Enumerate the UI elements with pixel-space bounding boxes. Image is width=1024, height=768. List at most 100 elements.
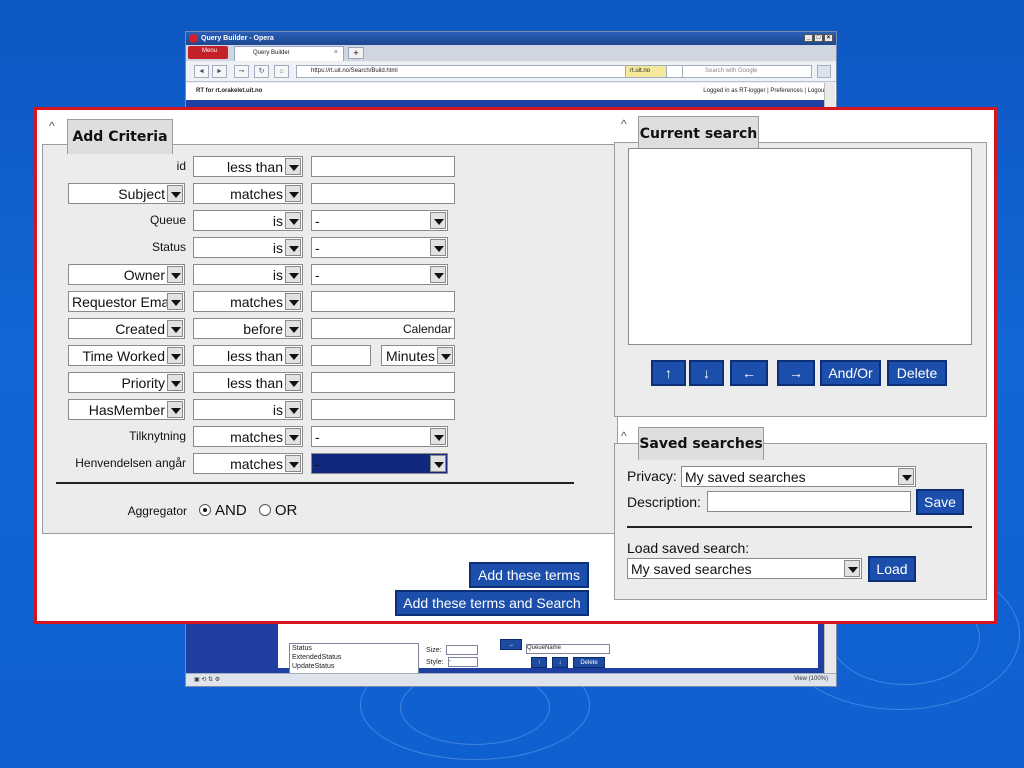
current-search-listbox[interactable] <box>628 148 972 345</box>
criteria-operator-select[interactable]: matches <box>193 426 303 447</box>
criteria-operator-select[interactable]: matches <box>193 291 303 312</box>
delete-column-button[interactable]: Delete <box>573 657 605 668</box>
criteria-field-select[interactable]: Owner <box>68 264 185 285</box>
aggregator-or-radio[interactable]: OR <box>258 502 297 519</box>
style-select[interactable]: - <box>448 657 478 667</box>
rt-user-links[interactable]: Logged in as RT-logger | Preferences | L… <box>703 88 826 94</box>
aggregator-and-radio[interactable]: AND <box>199 502 247 519</box>
save-search-button[interactable]: Save <box>916 489 964 515</box>
criteria-value-input[interactable] <box>311 183 455 204</box>
chevron-down-icon <box>430 455 446 472</box>
criteria-value-select[interactable]: - <box>311 453 448 474</box>
load-saved-search-select[interactable]: My saved searches <box>627 558 862 579</box>
criteria-field-select[interactable]: HasMember <box>68 399 185 420</box>
criteria-operator-select[interactable]: is <box>193 399 303 420</box>
and-or-toggle-button[interactable]: And/Or <box>820 360 881 386</box>
move-up-term-button[interactable]: ↑ <box>651 360 686 386</box>
forward-icon[interactable]: ► <box>212 65 227 78</box>
delete-term-button[interactable]: Delete <box>887 360 947 386</box>
opera-menu-button[interactable]: Menu <box>188 46 228 59</box>
move-left-term-button[interactable]: ← <box>730 360 768 386</box>
panel-toggle-icon[interactable]: ▣ ⟲ ⇅ ⚙ <box>194 677 220 683</box>
criteria-field-select[interactable]: Requestor Ema <box>68 291 185 312</box>
criteria-value-input[interactable] <box>311 156 455 177</box>
saved-searches-title: Saved searches <box>638 427 764 460</box>
criteria-operator-select[interactable]: less than <box>193 345 303 366</box>
criteria-field-select[interactable]: Created <box>68 318 185 339</box>
criteria-value-input[interactable] <box>311 372 455 393</box>
calendar-link[interactable]: Calendar <box>403 322 452 336</box>
add-these-terms-button[interactable]: Add these terms <box>469 562 589 588</box>
chevron-down-icon <box>167 185 183 202</box>
criteria-value-select[interactable]: - <box>311 264 448 285</box>
chevron-down-icon <box>285 347 301 364</box>
criteria-value-select[interactable]: - <box>311 210 448 231</box>
criteria-value-select[interactable]: - <box>311 237 448 258</box>
tab-close-icon[interactable]: × <box>334 49 338 56</box>
aggregator-options: AND OR <box>199 502 297 519</box>
collapse-add-criteria-icon[interactable]: ^ <box>49 120 59 132</box>
chevron-down-icon <box>285 239 301 256</box>
criteria-field-select[interactable]: Subject <box>68 183 185 204</box>
criteria-operator-select[interactable]: is <box>193 264 303 285</box>
collapse-saved-searches-icon[interactable]: ^ <box>621 430 631 442</box>
minimize-icon[interactable]: _ <box>804 34 813 42</box>
time-unit-select[interactable]: Minutes <box>381 345 455 366</box>
criteria-field-select[interactable]: Time Worked <box>68 345 185 366</box>
move-right-term-button[interactable]: → <box>777 360 815 386</box>
window-title: Query Builder - Opera <box>201 35 274 42</box>
chevron-down-icon <box>167 401 183 418</box>
rt-header: RT for rt.orakelet.uit.no Logged in as R… <box>186 83 836 100</box>
move-down-term-button[interactable]: ↓ <box>689 360 724 386</box>
description-input[interactable] <box>707 491 911 512</box>
back-icon[interactable]: ◄ <box>194 65 209 78</box>
load-search-button[interactable]: Load <box>868 556 916 582</box>
browser-status-bar: ▣ ⟲ ⇅ ⚙ View (100%) <box>186 673 836 686</box>
chevron-down-icon <box>167 293 183 310</box>
criteria-operator-select[interactable]: less than <box>193 156 303 177</box>
criteria-operator-select[interactable]: less than <box>193 372 303 393</box>
search-field[interactable]: Search with Google <box>682 65 812 78</box>
criteria-operator-select[interactable]: is <box>193 237 303 258</box>
add-column-button[interactable]: → <box>500 639 522 650</box>
search-icon[interactable] <box>817 65 831 78</box>
criteria-operator-select[interactable]: matches <box>193 453 303 474</box>
description-label: Description: <box>627 494 701 510</box>
maximize-icon[interactable]: □ <box>814 34 823 42</box>
home-icon[interactable]: ⌂ <box>274 65 289 78</box>
sort-select[interactable]: QueueName <box>526 644 610 654</box>
reload-icon[interactable]: ↻ <box>254 65 269 78</box>
field-option-updatestatus: UpdateStatus <box>292 663 335 670</box>
criteria-field-select[interactable]: Priority <box>68 372 185 393</box>
add-terms-and-search-button[interactable]: Add these terms and Search <box>395 590 589 616</box>
new-tab-button[interactable]: + <box>348 47 364 59</box>
size-select[interactable] <box>446 645 478 655</box>
chevron-down-icon <box>167 266 183 283</box>
chevron-down-icon <box>167 374 183 391</box>
criteria-value-input[interactable] <box>311 291 455 312</box>
criteria-operator-select[interactable]: is <box>193 210 303 231</box>
window-controls: _ □ × <box>804 34 833 42</box>
tab-query-builder[interactable]: Query Builder × <box>234 46 344 61</box>
load-saved-search-label: Load saved search: <box>627 540 750 556</box>
style-label: Style: <box>426 659 444 666</box>
privacy-select[interactable]: My saved searches <box>681 466 916 487</box>
collapse-current-search-icon[interactable]: ^ <box>621 118 631 130</box>
site-security-badge[interactable]: rt.uit.no <box>625 65 667 78</box>
chevron-down-icon <box>430 239 446 256</box>
key-icon[interactable]: ⊸ <box>234 65 249 78</box>
criteria-value-select[interactable]: - <box>311 426 448 447</box>
close-icon[interactable]: × <box>824 34 833 42</box>
chevron-down-icon <box>285 401 301 418</box>
move-up-button[interactable]: ↑ <box>531 657 547 668</box>
criteria-operator-select[interactable]: matches <box>193 183 303 204</box>
chevron-down-icon <box>898 468 914 485</box>
move-down-button[interactable]: ↓ <box>552 657 568 668</box>
chevron-down-icon <box>167 320 183 337</box>
criteria-value-input[interactable] <box>311 399 455 420</box>
criteria-field-label: id <box>176 159 186 173</box>
criteria-operator-select[interactable]: before <box>193 318 303 339</box>
criteria-time-input[interactable] <box>311 345 371 366</box>
zoom-indicator[interactable]: View (100%) <box>794 676 828 682</box>
chevron-down-icon <box>437 347 453 364</box>
